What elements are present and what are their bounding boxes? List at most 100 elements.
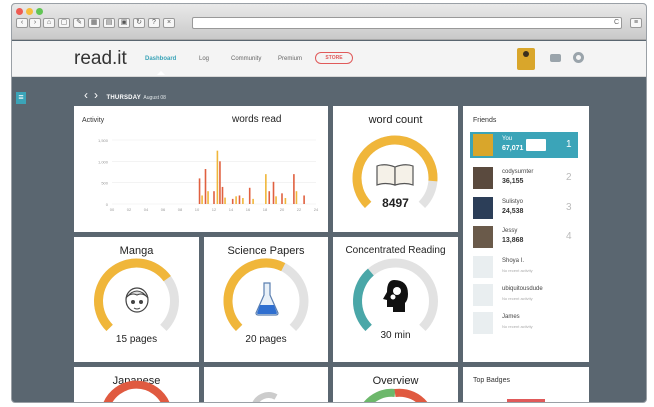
friends-title: Friends: [473, 117, 497, 124]
activity-bar: [224, 197, 226, 204]
x-tick-label: 18: [263, 207, 268, 212]
activity-bar: [201, 195, 203, 204]
y-tick-label: 1,000: [98, 159, 109, 164]
concentrated-reading-card: Concentrated Reading 30 min: [333, 237, 458, 362]
friend-name: Jessy: [502, 228, 518, 234]
friend-rank: 3: [566, 202, 572, 213]
url-bar[interactable]: C: [192, 17, 622, 29]
grid-icon[interactable]: ▦: [88, 18, 100, 28]
url-reload-icon[interactable]: C: [614, 19, 619, 26]
x-tick-label: 16: [246, 207, 251, 212]
friend-row[interactable]: Shoya I. No recent activity: [470, 254, 578, 280]
top-badges-title: Top Badges: [473, 377, 510, 384]
activity-bar: [207, 191, 209, 204]
reload-icon[interactable]: ↻: [133, 18, 145, 28]
book-icon: [526, 139, 546, 151]
friend-name: You: [502, 136, 513, 142]
tools-icon[interactable]: ✎: [73, 18, 85, 28]
friend-name: Sulistyo: [502, 199, 524, 205]
activity-chart: 1,500 1,000 500 000 02 04 06 08 10 12 14 16 18 20 22 24: [98, 138, 319, 212]
manga-card: Manga 15 pages: [74, 237, 199, 362]
minimize-icon[interactable]: [26, 8, 33, 15]
store-button[interactable]: STORE: [315, 52, 353, 64]
friend-note: No recent activity: [502, 296, 533, 301]
user-avatar[interactable]: [517, 48, 535, 70]
avatar: [473, 197, 493, 219]
app-logo[interactable]: read.it: [74, 48, 127, 70]
activity-bar: [221, 186, 224, 204]
x-tick-label: 22: [297, 207, 302, 212]
prev-day-icon[interactable]: ‹: [84, 88, 88, 102]
science-papers-caption: 20 pages: [245, 334, 287, 345]
avatar: [473, 312, 493, 334]
friends-card: Friends You 67,071 1 codysurnter 36,155 …: [463, 106, 589, 362]
avatar: [473, 256, 493, 278]
friend-row[interactable]: James No recent activity: [470, 310, 578, 336]
nav-dashboard[interactable]: Dashboard: [145, 56, 176, 62]
forward-icon[interactable]: ›: [29, 18, 41, 28]
friend-note: No recent activity: [502, 268, 533, 273]
help-icon[interactable]: ?: [148, 18, 160, 28]
x-tick-label: 12: [212, 207, 217, 212]
nav-premium[interactable]: Premium: [278, 56, 302, 62]
next-day-icon[interactable]: ›: [94, 88, 98, 102]
bookmark-icon[interactable]: ▤: [103, 18, 115, 28]
day-label: THURSDAY: [106, 95, 141, 101]
activity-bar: [216, 150, 219, 204]
x-tick-label: 20: [280, 207, 285, 212]
date-navigator: ‹ › THURSDAY August 08: [84, 88, 166, 102]
chat-icon[interactable]: [550, 54, 561, 62]
share-icon[interactable]: ▣: [118, 18, 130, 28]
y-tick-label: 500: [101, 181, 108, 186]
window-icon[interactable]: ▢: [58, 18, 70, 28]
activity-bar: [238, 195, 241, 204]
sidebar-menu-icon[interactable]: ≡: [16, 92, 26, 104]
friend-rank: 4: [566, 231, 572, 242]
flask-icon: [254, 281, 280, 317]
japanese-card: Japanese: [74, 367, 199, 402]
friend-row[interactable]: ubiquitousdude No recent activity: [470, 282, 578, 308]
friend-row[interactable]: codysurnter 36,155 2: [470, 165, 578, 191]
activity-bar: [198, 178, 201, 204]
x-tick-label: 08: [178, 207, 183, 212]
nav-community[interactable]: Community: [231, 56, 261, 62]
japanese-gauge: [103, 380, 170, 402]
word-count-card: word count 8497: [333, 106, 458, 232]
activity-bar: [219, 161, 221, 204]
x-tick-label: 10: [195, 207, 200, 212]
friend-row-you[interactable]: You 67,071 1: [470, 132, 578, 158]
activity-bar: [293, 174, 295, 204]
activity-bar: [252, 198, 254, 204]
nav-log[interactable]: Log: [199, 56, 209, 62]
untitled-card: [204, 367, 328, 402]
x-tick-label: 04: [144, 207, 149, 212]
y-tick-label: 1,500: [98, 138, 109, 143]
science-papers-card: Science Papers 20 pages: [204, 237, 328, 362]
activity-bar: [295, 191, 298, 204]
friend-name: James: [502, 314, 520, 320]
close-icon[interactable]: [16, 8, 23, 15]
activity-card: Activity words read 1,500 1,000 500 0 00 02 04…: [74, 106, 328, 232]
overview-card: Overview: [333, 367, 458, 402]
activity-bar: [213, 191, 215, 204]
friend-name: ubiquitousdude: [502, 286, 543, 292]
stop-icon[interactable]: ×: [163, 18, 175, 28]
gear-icon[interactable]: [573, 52, 584, 63]
friend-row[interactable]: Sulistyo 24,538 3: [470, 195, 578, 221]
zoom-icon[interactable]: [36, 8, 43, 15]
activity-bar: [242, 198, 244, 204]
home-icon[interactable]: ⌂: [43, 18, 55, 28]
activity-bar: [268, 191, 271, 204]
friend-row[interactable]: Jessy 13,868 4: [470, 224, 578, 250]
x-tick-label: 14: [229, 207, 234, 212]
x-tick-label: 00: [110, 207, 115, 212]
activity-bar: [235, 196, 237, 204]
y-tick-label: 0: [106, 202, 109, 207]
menu-icon[interactable]: ≡: [630, 18, 642, 28]
activity-bar: [248, 187, 251, 204]
back-icon[interactable]: ‹: [16, 18, 28, 28]
activity-bar: [281, 193, 283, 204]
activity-bar: [272, 181, 275, 204]
friend-score: 67,071: [502, 145, 524, 152]
friend-score: 13,868: [502, 237, 524, 244]
